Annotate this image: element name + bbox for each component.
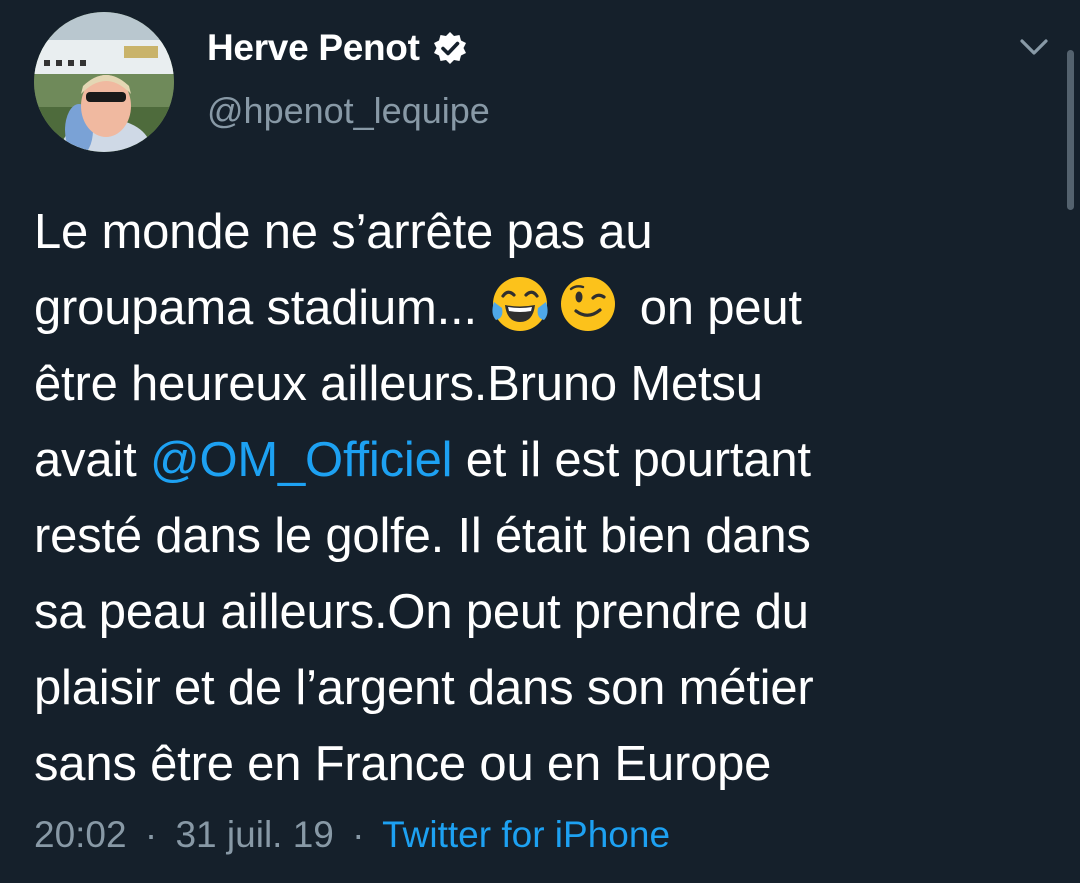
tweet-line: groupama stadium... on peut (34, 270, 1054, 346)
mention-link[interactable]: @OM_Officiel (150, 433, 453, 487)
tweet-line: être heureux ailleurs.Bruno Metsu (34, 357, 763, 411)
tweet-line: sa peau ailleurs.On peut prendre du (34, 585, 809, 639)
meta-separator: · (352, 814, 365, 855)
tweet-line-text: avait (34, 433, 137, 487)
verified-badge-icon (432, 30, 468, 66)
scrollbar[interactable] (1067, 50, 1074, 210)
tweet-text: Le monde ne s’arrête pas au groupama sta… (34, 194, 1054, 802)
tweet-line-text: et il est pourtant (465, 433, 811, 487)
tweet-line: sans être en France ou en Europe (34, 737, 772, 791)
winking-face-icon (558, 274, 618, 334)
tweet-line-text: on peut (639, 281, 802, 335)
tweet-date[interactable]: 31 juil. 19 (175, 814, 333, 855)
author-handle[interactable]: @hpenot_lequipe (207, 90, 490, 132)
tweet-line: plaisir et de l’argent dans son métier (34, 661, 814, 715)
tweet-line-text: groupama stadium... (34, 281, 477, 335)
tweet-source-link[interactable]: Twitter for iPhone (382, 814, 670, 855)
author-display-name[interactable]: Herve Penot (207, 27, 420, 69)
tweet-line: resté dans le golfe. Il était bien dans (34, 509, 811, 563)
author-name-row[interactable]: Herve Penot (207, 24, 468, 72)
chevron-down-icon[interactable] (1014, 32, 1054, 62)
tweet-line: avait @OM_Officiel et il est pourtant (34, 422, 1054, 498)
meta-separator: · (144, 814, 158, 855)
tweet-time[interactable]: 20:02 (34, 814, 127, 855)
avatar-image (34, 12, 174, 152)
face-with-tears-of-joy-icon (490, 274, 550, 334)
avatar[interactable] (34, 12, 174, 152)
tweet-meta: 20:02 · 31 juil. 19 · Twitter for iPhone (34, 814, 670, 856)
tweet-line: Le monde ne s’arrête pas au (34, 205, 653, 259)
